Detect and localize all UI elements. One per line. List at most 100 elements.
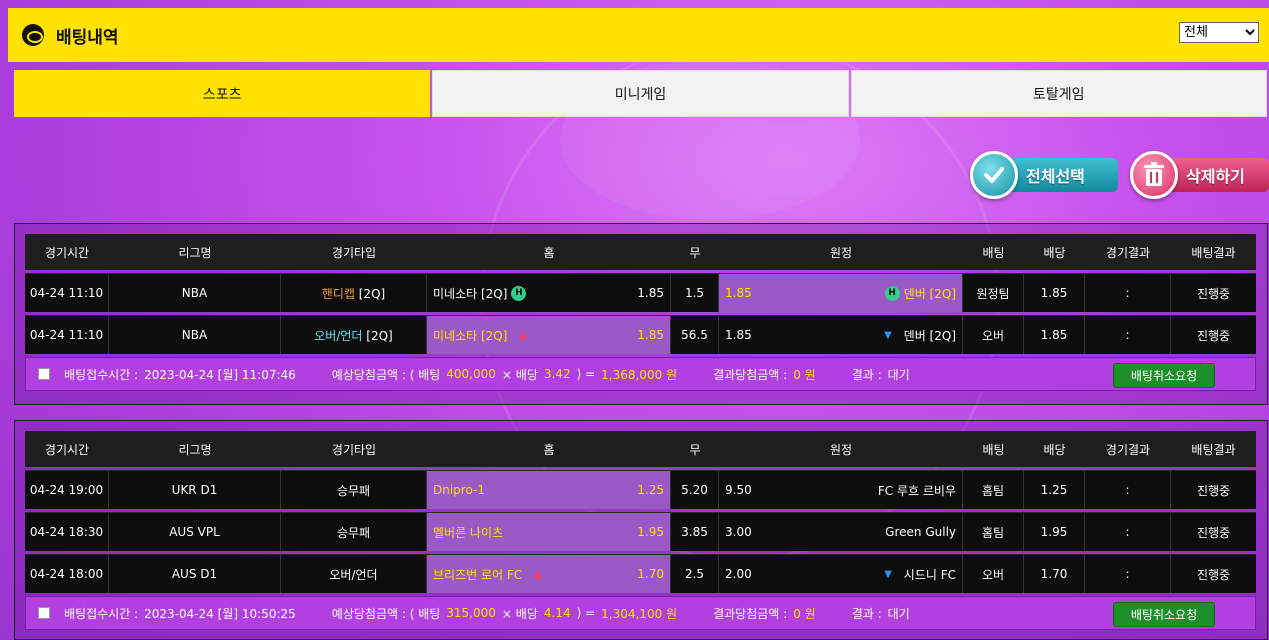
bet-status: 진행중 — [1171, 273, 1256, 312]
away-odds: 1.85 — [725, 286, 752, 300]
draw-value: 1.5 — [671, 273, 719, 312]
home-odds: 1.25 — [637, 483, 664, 497]
outcome-value: 대기 — [887, 367, 910, 382]
home-odds: 1.85 — [637, 286, 664, 300]
bet-amount: 315,000 — [446, 606, 496, 620]
match-type-sub: [2Q] — [358, 286, 386, 301]
home-team-name: 멜버른 나이츠 — [433, 525, 504, 540]
result-amount: 0 원 — [793, 606, 816, 621]
match-type: 승무패 — [281, 512, 427, 551]
home-team-cell[interactable]: 미네소타 [2Q] H 1.85 — [427, 273, 671, 312]
home-team-cell[interactable]: Dnipro-1 1.25 — [427, 470, 671, 509]
col-league: 리그명 — [109, 234, 281, 270]
bet-odds: 1.70 — [1024, 554, 1085, 593]
league-name: AUS D1 — [109, 554, 281, 593]
away-team-cell[interactable]: 1.85 H 덴버 [2Q] — [719, 273, 963, 312]
away-team-name: 덴버 [2Q] — [903, 286, 956, 301]
arrow-down-icon: ▼ — [884, 329, 892, 341]
draw-value: 5.20 — [671, 470, 719, 509]
page-title: 배팅내역 — [56, 27, 119, 48]
home-team-cell[interactable]: 브리즈번 로어 FC ▲ 1.70 — [427, 554, 671, 593]
bet-pick: 원정팀 — [963, 273, 1024, 312]
table-row: 04-24 11:10 NBA 오버/언더 [2Q] 미네소타 [2Q] ▲ 1.… — [25, 315, 1256, 354]
bet-status: 진행중 — [1171, 554, 1256, 593]
away-team-name: Green Gully — [885, 525, 956, 539]
expected-win: 1,304,100 원 — [601, 606, 678, 621]
bet-pick: 오버 — [963, 554, 1024, 593]
draw-value: 2.5 — [671, 554, 719, 593]
col-home: 홈 — [427, 431, 671, 467]
accept-time-label: 배팅접수시간 : — [64, 367, 139, 382]
col-away: 원정 — [719, 431, 963, 467]
col-result: 경기결과 — [1085, 234, 1171, 270]
select-all-button[interactable]: 전체선택 — [970, 151, 1118, 199]
bet-checkbox[interactable] — [38, 607, 50, 619]
col-bet: 배팅 — [963, 431, 1024, 467]
col-home: 홈 — [427, 234, 671, 270]
draw-value: 3.85 — [671, 512, 719, 551]
home-team-cell[interactable]: 미네소타 [2Q] ▲ 1.85 — [427, 315, 671, 354]
bet-checkbox[interactable] — [38, 368, 50, 380]
accept-time: 2023-04-24 [월] 10:50:25 — [144, 606, 296, 621]
bet-slip-2: 경기시간 리그명 경기타입 홈 무 원정 배팅 배당 경기결과 배팅결과 04-… — [14, 420, 1268, 640]
away-odds: 1.85 — [725, 328, 752, 342]
delete-button[interactable]: 삭제하기 — [1130, 151, 1269, 199]
bet-summary: 배팅접수시간 : 2023-04-24 [월] 11:07:46 예상당첨금액 … — [25, 357, 1256, 391]
cancel-bet-button[interactable]: 배팅취소요청 — [1113, 602, 1215, 627]
expected-label: 예상당첨금액 : ( 배팅 — [331, 606, 441, 621]
bet-status: 진행중 — [1171, 470, 1256, 509]
col-time: 경기시간 — [25, 234, 109, 270]
match-result: : — [1085, 273, 1171, 312]
match-type: 오버/언더 [2Q] — [281, 315, 427, 354]
arrow-up-icon: ▲ — [519, 329, 527, 341]
away-team-name: 덴버 [2Q] — [903, 328, 956, 343]
home-team-name: 미네소타 [2Q] — [433, 286, 508, 301]
outcome-value: 대기 — [887, 606, 910, 621]
away-odds: 2.00 — [725, 567, 752, 581]
bet-status: 진행중 — [1171, 315, 1256, 354]
away-team-cell[interactable]: 1.85 ▼ 덴버 [2Q] — [719, 315, 963, 354]
col-time: 경기시간 — [25, 431, 109, 467]
tab-totalgame[interactable]: 토탈게임 — [850, 70, 1267, 117]
match-type-main: 오버/언더 — [314, 328, 363, 343]
equals-label: ) = — [576, 367, 596, 381]
filter-select[interactable]: 전체 — [1179, 22, 1259, 43]
match-result: : — [1085, 554, 1171, 593]
league-name: NBA — [109, 315, 281, 354]
match-type-sub: [2Q] — [366, 328, 393, 343]
bet-rate: 4.14 — [543, 606, 571, 620]
match-time: 04-24 11:10 — [25, 273, 109, 312]
home-odds: 1.95 — [637, 525, 664, 539]
category-tabs: 스포츠 미니게임 토탈게임 — [14, 70, 1267, 117]
tab-minigame[interactable]: 미니게임 — [432, 70, 849, 117]
arrow-down-icon: ▼ — [884, 568, 892, 580]
col-result: 경기결과 — [1085, 431, 1171, 467]
result-amount: 0 원 — [793, 367, 816, 382]
page-header: 배팅내역 전체 — [8, 8, 1269, 62]
cancel-bet-button[interactable]: 배팅취소요청 — [1113, 363, 1215, 388]
league-name: UKR D1 — [109, 470, 281, 509]
col-away: 원정 — [719, 234, 963, 270]
col-league: 리그명 — [109, 431, 281, 467]
table-row: 04-24 18:30 AUS VPL 승무패 멜버른 나이츠 1.95 3.85… — [25, 512, 1256, 551]
accept-time-label: 배팅접수시간 : — [64, 606, 139, 621]
arrow-up-icon: ▲ — [533, 568, 542, 580]
tab-sports[interactable]: 스포츠 — [14, 70, 431, 117]
bet-table: 경기시간 리그명 경기타입 홈 무 원정 배팅 배당 경기결과 배팅결과 04-… — [25, 428, 1256, 596]
bet-pick: 홈팀 — [963, 470, 1024, 509]
home-team-name: 브리즈번 로어 FC — [433, 567, 523, 582]
handicap-badge: H — [884, 285, 900, 301]
away-team-cell[interactable]: 9.50 FC 루흐 르비우 — [719, 470, 963, 509]
select-all-label: 전체선택 — [1004, 158, 1118, 192]
bet-status: 진행중 — [1171, 512, 1256, 551]
col-draw: 무 — [671, 234, 719, 270]
away-team-cell[interactable]: 2.00 ▼ 시드니 FC — [719, 554, 963, 593]
col-draw: 무 — [671, 431, 719, 467]
result-amount-label: 결과당첨금액 : — [713, 367, 788, 382]
bet-rate: 3.42 — [543, 367, 571, 381]
away-team-cell[interactable]: 3.00 Green Gully — [719, 512, 963, 551]
home-team-cell[interactable]: 멜버른 나이츠 1.95 — [427, 512, 671, 551]
home-team-name: 미네소타 [2Q] — [433, 328, 508, 343]
outcome-label: 결과 : — [851, 367, 882, 382]
table-row: 04-24 11:10 NBA 핸디캡 [2Q] 미네소타 [2Q] H 1.85 … — [25, 273, 1256, 312]
